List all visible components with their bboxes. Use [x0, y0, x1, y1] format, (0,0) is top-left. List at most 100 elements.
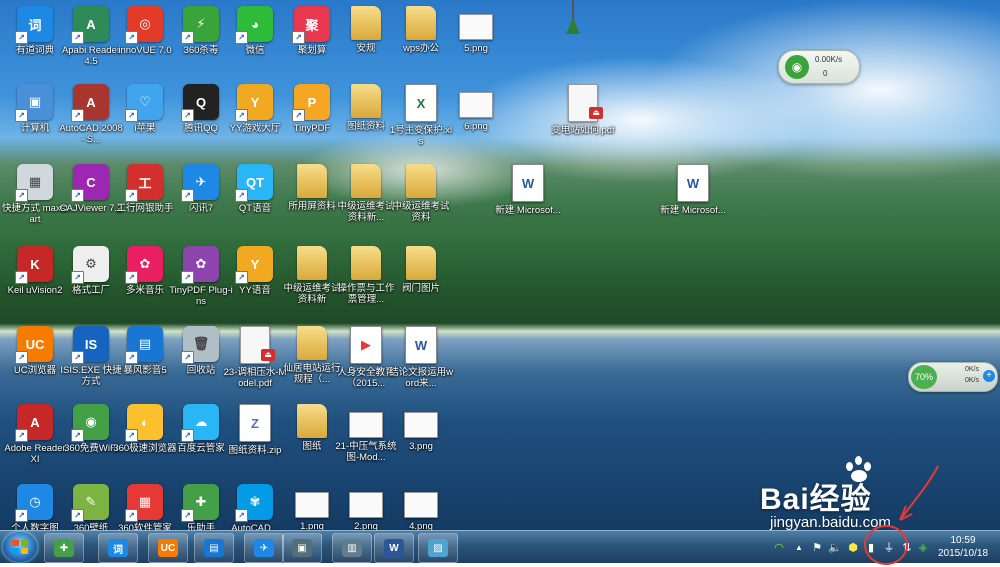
app-icon: ✎ ↗ — [71, 484, 109, 522]
shortcut-arrow-icon: ↗ — [71, 271, 84, 284]
shortcut-arrow-icon: ↗ — [292, 109, 305, 122]
download-speed: 0 — [823, 69, 828, 78]
desktop-icon-label: 结论文报运用word来... — [389, 367, 453, 389]
app-icon: K ↗ — [15, 246, 53, 284]
desktop-icon[interactable]: 阀门图片 — [388, 246, 454, 324]
app-icon: Y ↗ — [235, 84, 273, 122]
shortcut-arrow-icon: ↗ — [125, 31, 138, 44]
desktop-icon-label: 新建 Microsof... — [660, 205, 726, 216]
desktop-icon[interactable]: ⏏ 变电站如何.pdf — [550, 84, 616, 162]
upload-speed: 0.00K/s — [815, 55, 843, 64]
watermark-logo: Bai经验 — [760, 483, 872, 516]
shortcut-arrow-icon: ↗ — [71, 109, 84, 122]
taskbar-app-icon: ▣ — [292, 539, 312, 557]
document-file-icon: W — [677, 164, 709, 202]
app-icon: UC ↗ — [15, 326, 53, 364]
shortcut-arrow-icon: ↗ — [235, 509, 248, 522]
red-circle-annotation — [864, 525, 908, 565]
taskbar-button[interactable]: W — [374, 533, 414, 563]
taskbar-app-icon: ▨ — [428, 539, 448, 557]
security-tray-icon[interactable]: ◈ — [916, 540, 930, 554]
taskbar-app-icon: ✚ — [54, 539, 74, 557]
shortcut-arrow-icon: ↗ — [235, 31, 248, 44]
desktop-icon[interactable]: W 新建 Microsof... — [495, 164, 561, 242]
plus-icon[interactable]: + — [983, 370, 995, 382]
shortcut-arrow-icon: ↗ — [125, 429, 138, 442]
shortcut-arrow-icon: ↗ — [125, 189, 138, 202]
flag-icon[interactable]: ⚑ — [810, 540, 824, 554]
document-file-icon: W — [405, 326, 437, 364]
desktop-icon-label: 4.png — [409, 521, 433, 530]
taskbar-button[interactable]: 词 — [98, 533, 138, 563]
document-file-icon: X — [405, 84, 437, 122]
folder-icon — [406, 164, 436, 198]
taskbar-button[interactable]: ✚ — [44, 533, 84, 563]
widget-download: 0K/s — [965, 377, 980, 384]
app-icon: ◐ ↗ — [125, 404, 163, 442]
shortcut-arrow-icon: ↗ — [181, 189, 194, 202]
pdf-file-icon: ⏏ — [568, 84, 603, 122]
taskbar-app-icon: ▥ — [342, 539, 362, 557]
taskbar-button[interactable]: ✈ — [244, 533, 284, 563]
volume-icon[interactable]: 🔈 — [828, 540, 842, 554]
start-button[interactable] — [3, 532, 37, 562]
system-clock[interactable]: 10:59 2015/10/18 — [930, 534, 996, 560]
desktop-icon-label: 变电站如何.pdf — [551, 125, 615, 136]
desktop-icon[interactable]: W 新建 Microsof... — [660, 164, 726, 242]
accelerator-widget[interactable]: 70% 0K/s 0K/s + — [908, 362, 998, 392]
shortcut-arrow-icon: ↗ — [235, 109, 248, 122]
app-icon: ♡ ↗ — [125, 84, 163, 122]
desktop-icon[interactable]: 3.png — [388, 404, 454, 482]
taskbar-app-icon: W — [384, 539, 404, 557]
taskbar-app-icon: 词 — [108, 539, 128, 557]
clock-time: 10:59 — [950, 535, 976, 546]
shortcut-arrow-icon: ↗ — [181, 509, 194, 522]
desktop-icon-label: 新建 Microsof... — [495, 205, 561, 216]
app-icon: P ↗ — [292, 84, 330, 122]
shortcut-arrow-icon: ↗ — [15, 189, 28, 202]
app-icon: ☁ ↗ — [181, 404, 219, 442]
app-icon: ◉ ↗ — [71, 404, 109, 442]
shortcut-arrow-icon: ↗ — [125, 109, 138, 122]
image-file-icon — [295, 492, 329, 518]
folder-icon — [351, 84, 381, 118]
windows-logo-icon — [12, 540, 28, 554]
shortcut-arrow-icon: ↗ — [181, 31, 194, 44]
folder-icon — [351, 246, 381, 280]
folder-icon — [351, 6, 381, 40]
taskbar-app-icon: UC — [158, 539, 178, 557]
taskbar-button[interactable]: ▣ — [282, 533, 322, 563]
document-file-icon: W — [512, 164, 544, 202]
taskbar-button[interactable]: ▥ — [332, 533, 372, 563]
app-icon: ▤ ↗ — [125, 326, 163, 364]
wifi-tray-icon[interactable]: ◠ — [772, 540, 786, 554]
shortcut-arrow-icon: ↗ — [15, 509, 28, 522]
app-icon: ✚ ↗ — [181, 484, 219, 522]
desktop-icon[interactable]: 6.png — [443, 84, 509, 162]
network-speed-widget[interactable]: ◉ 0.00K/s 0 — [778, 50, 860, 84]
desktop-icon[interactable]: 5.png — [443, 6, 509, 84]
desktop-icon-label: 阀门图片 — [401, 283, 440, 294]
app-icon: 词 ↗ — [15, 6, 53, 44]
app-icon: A ↗ — [71, 84, 109, 122]
shortcut-arrow-icon: ↗ — [15, 109, 28, 122]
desktop-icon[interactable]: 4.png — [388, 484, 454, 530]
taskbar-button[interactable]: UC — [148, 533, 188, 563]
app-icon: IS ↗ — [71, 326, 109, 364]
shield-tray-icon[interactable]: ⬢ — [846, 540, 860, 554]
app-icon: C ↗ — [71, 164, 109, 202]
desktop-icon[interactable]: 中级运维考试资料 — [388, 164, 454, 242]
desktop-icon[interactable]: W 结论文报运用word来... — [388, 326, 454, 404]
image-file-icon — [404, 492, 438, 518]
taskbar-app-icon: ✈ — [254, 539, 274, 557]
folder-icon — [297, 326, 327, 360]
app-icon: ◷ ↗ — [15, 484, 53, 522]
taskbar-button[interactable]: ▨ — [418, 533, 458, 563]
desktop: 词 ↗ 有道词典 A ↗ Apabi Reader 4.5 ◎ ↗ innoVUE 7.0 ⚡ ↗ 3… — [0, 0, 1000, 530]
folder-icon — [297, 164, 327, 198]
show-hidden-icons-icon[interactable]: ▲ — [792, 540, 806, 554]
taskbar-button[interactable]: ▤ — [194, 533, 234, 563]
app-icon: A ↗ — [71, 6, 109, 44]
app-icon: QT ↗ — [235, 164, 273, 202]
shortcut-arrow-icon: ↗ — [71, 189, 84, 202]
